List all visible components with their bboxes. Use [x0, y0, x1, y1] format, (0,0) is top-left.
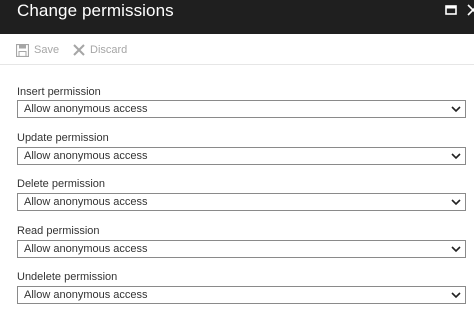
update-permission-label: Update permission [17, 132, 109, 144]
update-permission-dropdown[interactable]: Allow anonymous access [17, 147, 466, 165]
delete-permission-label: Delete permission [17, 178, 106, 190]
undelete-permission-label: Undelete permission [17, 271, 118, 283]
command-bar: Save Discard [0, 34, 474, 65]
maximize-icon[interactable] [444, 3, 458, 17]
page-title: Change permissions [17, 1, 174, 20]
save-button[interactable]: Save [16, 42, 59, 58]
save-icon [16, 43, 29, 57]
delete-permission-value: Allow anonymous access [24, 196, 148, 208]
update-permission-value: Allow anonymous access [24, 150, 148, 162]
chevron-down-icon [451, 292, 461, 299]
read-permission-value: Allow anonymous access [24, 243, 148, 255]
delete-permission-dropdown[interactable]: Allow anonymous access [17, 193, 466, 211]
discard-icon [73, 44, 85, 56]
chevron-down-icon [451, 199, 461, 206]
chevron-down-icon [451, 106, 461, 113]
discard-button[interactable]: Discard [73, 42, 127, 58]
undelete-permission-value: Allow anonymous access [24, 289, 148, 301]
chevron-down-icon [451, 246, 461, 253]
undelete-permission-dropdown[interactable]: Allow anonymous access [17, 286, 466, 304]
chevron-down-icon [451, 153, 461, 160]
read-permission-dropdown[interactable]: Allow anonymous access [17, 240, 466, 258]
insert-permission-value: Allow anonymous access [24, 103, 148, 115]
read-permission-label: Read permission [17, 225, 100, 237]
discard-label: Discard [90, 44, 128, 56]
insert-permission-dropdown[interactable]: Allow anonymous access [17, 100, 466, 118]
save-label: Save [34, 44, 60, 56]
close-icon[interactable] [466, 3, 474, 17]
insert-permission-label: Insert permission [17, 86, 101, 98]
blade-header: Change permissions [0, 0, 474, 34]
